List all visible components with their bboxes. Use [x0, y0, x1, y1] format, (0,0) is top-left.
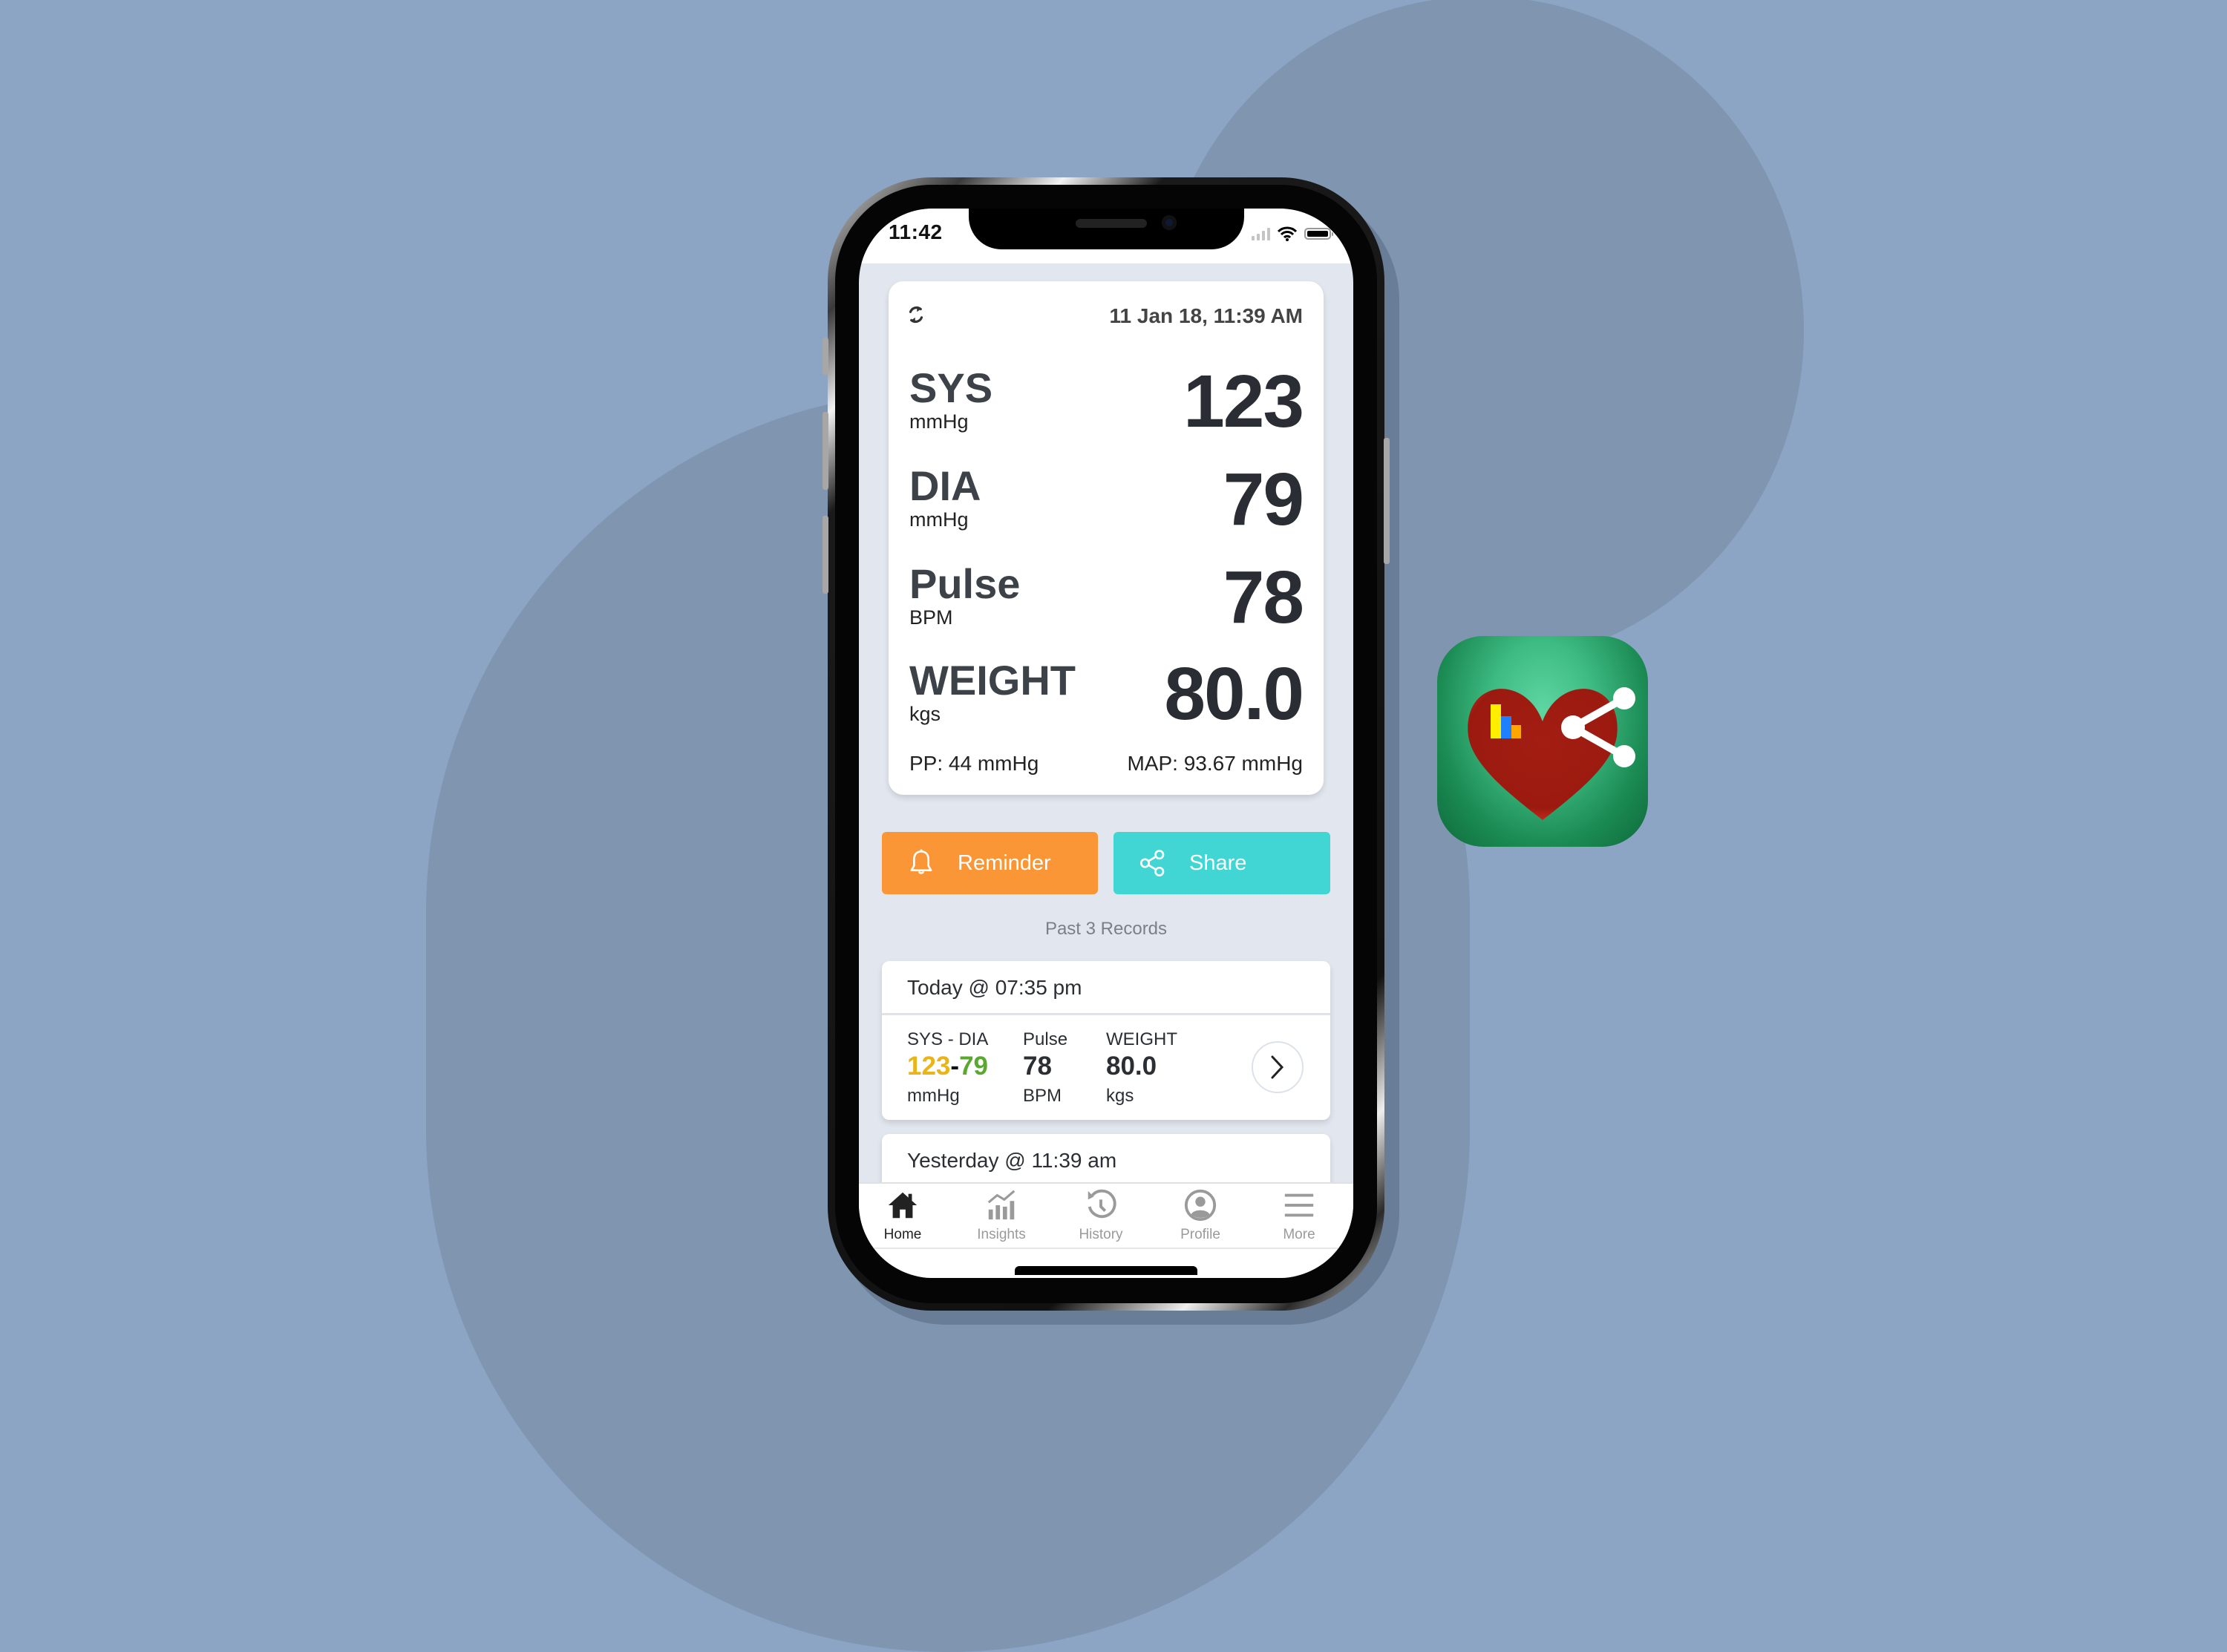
heart-share-app-icon	[1437, 636, 1648, 847]
metric-row-pulse: Pulse BPM 78	[909, 556, 1304, 645]
record-weight: WEIGHT 80.0 kgs	[1106, 1029, 1177, 1107]
bell-icon	[910, 849, 932, 874]
tab-profile[interactable]: Profile	[1156, 1188, 1245, 1243]
app-screen: 11:42 11 Jan 18, 11:39 AM SYS mmHg 123 D…	[859, 209, 1353, 1278]
metric-unit: kgs	[909, 703, 941, 725]
bp-label: SYS - DIA	[907, 1029, 989, 1049]
metric-unit: mmHg	[909, 508, 969, 531]
metric-row-weight: WEIGHT kgs 80.0	[909, 652, 1304, 741]
status-time: 11:42	[889, 220, 943, 243]
pulse-pressure: PP: 44 mmHg	[909, 752, 1039, 775]
metric-label: DIA	[909, 462, 981, 509]
bp-value: 123-79	[907, 1052, 988, 1081]
pulse-value: 78	[1023, 1052, 1052, 1081]
wifi-icon	[1278, 226, 1297, 241]
volume-down-button	[823, 516, 828, 594]
battery-icon	[1304, 228, 1333, 240]
reminder-label: Reminder	[958, 850, 1051, 875]
metric-unit: mmHg	[909, 410, 969, 433]
volume-up-button	[823, 412, 828, 490]
metric-unit: BPM	[909, 606, 953, 629]
tab-label: History	[1079, 1227, 1123, 1242]
pulse-unit: BPM	[1023, 1086, 1062, 1106]
weight-unit: kgs	[1106, 1086, 1134, 1106]
profile-icon	[1184, 1189, 1217, 1222]
cellular-signal-icon	[1252, 227, 1270, 240]
dia-value: 79	[959, 1052, 988, 1081]
heart-icon	[1468, 689, 1618, 820]
power-button	[1384, 438, 1390, 564]
record-heading: Today @ 07:35 pm	[907, 976, 1082, 999]
tab-label: Home	[883, 1227, 922, 1242]
share-button[interactable]: Share	[1114, 832, 1330, 894]
tab-label: More	[1283, 1227, 1315, 1242]
tab-insights[interactable]: Insights	[957, 1188, 1046, 1243]
mean-arterial-pressure: MAP: 93.67 mmHg	[1127, 752, 1303, 775]
tab-home[interactable]: Home	[859, 1188, 947, 1243]
speaker	[1076, 219, 1147, 228]
record-bp: SYS - DIA 123-79 mmHg	[907, 1029, 988, 1107]
bp-unit: mmHg	[907, 1086, 960, 1106]
weight-label: WEIGHT	[1106, 1029, 1177, 1049]
menu-icon	[1284, 1193, 1314, 1217]
share-icon	[1139, 850, 1165, 876]
sys-value: 123	[907, 1052, 951, 1081]
share-label: Share	[1189, 850, 1247, 875]
record-detail-button[interactable]	[1252, 1041, 1304, 1093]
front-camera	[1162, 215, 1177, 230]
status-bar: 11:42	[859, 209, 1353, 263]
sync-icon[interactable]	[905, 304, 927, 326]
insights-chart-icon	[987, 1190, 1016, 1220]
tab-label: Insights	[977, 1227, 1026, 1242]
bar-chart-icon	[1491, 704, 1501, 738]
metric-value: 80.0	[1164, 652, 1304, 735]
mute-switch	[823, 338, 828, 375]
history-icon	[1088, 1189, 1116, 1219]
reminder-button[interactable]: Reminder	[882, 832, 1098, 894]
metric-value: 123	[1183, 360, 1304, 443]
metric-row-sys: SYS mmHg 123	[909, 360, 1304, 449]
weight-value: 80.0	[1106, 1052, 1157, 1081]
notch	[969, 209, 1244, 249]
metric-row-dia: DIA mmHg 79	[909, 458, 1304, 547]
app-icon-graphic	[1468, 687, 1635, 820]
reading-datetime: 11 Jan 18, 11:39 AM	[1109, 304, 1303, 327]
metric-label: SYS	[909, 364, 993, 411]
bp-dash: -	[950, 1052, 960, 1081]
record-card[interactable]: Today @ 07:35 pm SYS - DIA 123-79 mmHg P…	[882, 961, 1330, 1120]
home-indicator	[1015, 1266, 1197, 1275]
divider	[859, 1248, 1353, 1249]
chevron-right-icon	[1271, 1055, 1284, 1079]
tab-label: Profile	[1180, 1227, 1220, 1242]
metric-value: 78	[1223, 556, 1304, 639]
tab-more[interactable]: More	[1255, 1188, 1344, 1243]
metric-label: WEIGHT	[909, 657, 1076, 704]
metric-label: Pulse	[909, 560, 1021, 607]
tab-history[interactable]: History	[1056, 1188, 1145, 1243]
home-icon	[888, 1192, 918, 1219]
divider	[882, 1013, 1330, 1015]
pulse-label: Pulse	[1023, 1029, 1068, 1049]
record-heading: Yesterday @ 11:39 am	[907, 1149, 1117, 1172]
latest-reading-card: 11 Jan 18, 11:39 AM SYS mmHg 123 DIA mmH…	[889, 281, 1324, 795]
past-records-title: Past 3 Records	[1044, 919, 1168, 939]
metric-value: 79	[1223, 458, 1304, 541]
tab-bar: Home Insights History Profile More	[859, 1182, 1353, 1278]
record-pulse: Pulse 78 BPM	[1023, 1029, 1067, 1107]
